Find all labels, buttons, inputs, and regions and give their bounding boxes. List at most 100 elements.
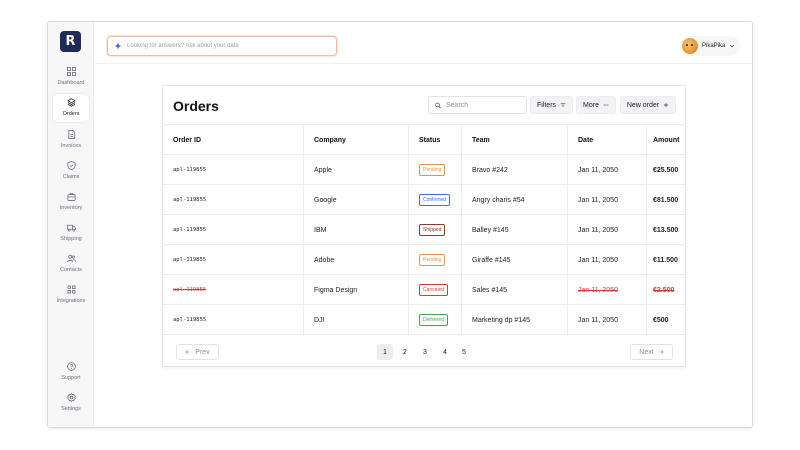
sidebar-item-label: Invoices [60,143,82,149]
status-badge: Confirmed [419,194,451,206]
status-badge: Canceled [419,284,449,296]
column-header-order-id[interactable]: Order ID [163,125,304,155]
page-button-5[interactable]: 5 [456,344,472,360]
next-button[interactable]: Next [630,344,673,360]
orders-search[interactable] [428,96,527,114]
status-cell: Delivered [409,305,462,335]
table-row[interactable]: apl-119855 IBM Shipped Balley #145 Jan 11, 2… [163,214,685,245]
team-cell: Giraffe #145 [462,245,568,275]
sidebar-item-settings[interactable]: Settings [53,389,89,417]
order-id-cell: apl-119855 [163,185,304,215]
page-button-4[interactable]: 4 [437,344,453,360]
date-cell: Jan 11, 2050 [568,215,647,245]
invoice-icon [67,130,75,139]
team-cell: Marketing dp #145 [462,305,568,335]
team-cell: Angry charis #54 [462,185,568,215]
status-cell: Confirmed [409,185,462,215]
new-order-button-label: New order [626,101,660,109]
table-row[interactable]: apl-119855 Adobe Pending Giraffe #145 Jan 11… [163,244,685,275]
help-icon [66,362,76,371]
new-order-button[interactable]: New order [620,96,676,114]
company-cell: Adobe [304,245,409,275]
filters-button[interactable]: Filters [530,96,573,114]
prev-button[interactable]: Prev [176,344,219,360]
sparkle-icon [114,42,122,50]
sidebar-item-inventory[interactable]: Inventory [53,188,89,216]
integrations-icon [66,285,76,294]
orders-table: Order ID Company Status Team Date Amount… [163,124,685,335]
arrow-right-icon [658,349,664,355]
page-button-3[interactable]: 3 [417,344,433,360]
status-cell: Pending [409,155,462,185]
status-cell: Pending [409,245,462,275]
sidebar-item-shipping[interactable]: Shipping [53,219,89,247]
table-row[interactable]: apl-119855 Apple Pending Bravo #242 Jan 11, … [163,154,685,185]
column-header-team[interactable]: Team [462,125,568,155]
chevron-down-icon [730,44,735,48]
status-badge: Delivered [419,314,449,326]
table-header: Order ID Company Status Team Date Amount [163,124,685,155]
table-body: apl-119855 Apple Pending Bravo #242 Jan 11, … [163,154,685,335]
page-button-2[interactable]: 2 [397,344,413,360]
column-header-company[interactable]: Company [304,125,409,155]
sidebar-item-orders[interactable]: Orders [53,94,89,122]
company-cell: Figma Design [304,275,409,305]
sidebar-item-support[interactable]: Support [53,358,89,386]
gear-icon [66,393,76,402]
column-header-amount[interactable]: Amount [647,125,685,155]
company-cell: IBM [304,215,409,245]
more-icon [603,104,609,106]
orders-card: Orders Filters More New order Order ID C… [162,85,686,367]
column-header-status[interactable]: Status [409,125,462,155]
order-id-cell: apl-119855 [163,275,304,305]
next-button-label: Next [639,348,654,356]
amount-cell: €2.500 [653,286,675,294]
table-row[interactable]: apl-119855 Figma Design Canceled Sales #145… [163,274,685,305]
sidebar-item-label: Orders [62,111,80,117]
amount-cell: €81.500 [653,196,679,204]
order-id-cell: apl-119855 [163,155,304,185]
sidebar-item-invoices[interactable]: Invoices [53,126,89,154]
avatar [682,38,698,54]
app-window: R Dashboard Orders Invoices Claims Inven… [47,21,753,428]
user-menu[interactable]: PikaPika [680,36,740,56]
date-cell: Jan 11, 2050 [568,245,647,275]
plus-icon [664,102,669,108]
page-button-1[interactable]: 1 [377,344,393,360]
sidebar-item-dashboard[interactable]: Dashboard [53,63,89,91]
prev-button-label: Prev [195,348,210,356]
sidebar-item-label: Shipping [60,236,82,242]
search-icon [435,102,441,108]
arrow-left-icon [185,349,191,355]
sidebar-item-label: Dashboard [57,80,85,86]
sidebar-item-label: Claims [62,174,80,180]
company-cell: DJI [304,305,409,335]
user-name: PikaPika [702,43,726,49]
status-cell: Canceled [409,275,462,305]
status-badge: Shipped [419,224,446,236]
page-title: Orders [173,98,219,114]
sidebar-item-claims[interactable]: Claims [53,157,89,185]
company-cell: Apple [304,155,409,185]
status-cell: Shipped [409,215,462,245]
dashboard-icon [66,67,76,76]
pagination: Prev 1 2 3 4 5 Next [163,334,685,366]
amount-cell: €500 [653,316,669,324]
search-input[interactable] [446,101,526,109]
date-cell: Jan 11, 2050 [568,185,647,215]
status-badge: Pending [419,164,446,176]
table-row[interactable]: apl-119855 DJI Delivered Marketing dp #145 J… [163,304,685,335]
team-cell: Sales #145 [462,275,568,305]
sidebar-item-label: Integrations [56,298,86,304]
sidebar-item-label: Contacts [60,267,82,273]
table-row[interactable]: apl-119855 Google Confirmed Angry charis #5… [163,184,685,215]
date-cell: Jan 11, 2050 [568,155,647,185]
ai-search-box[interactable] [107,36,337,56]
ai-search-input[interactable] [127,43,327,49]
column-header-date[interactable]: Date [568,125,647,155]
order-id-cell: apl-119855 [163,245,304,275]
app-logo[interactable]: R [60,31,81,52]
sidebar-item-integrations[interactable]: Integrations [53,281,89,309]
more-button[interactable]: More [576,96,616,114]
sidebar-item-contacts[interactable]: Contacts [53,250,89,278]
